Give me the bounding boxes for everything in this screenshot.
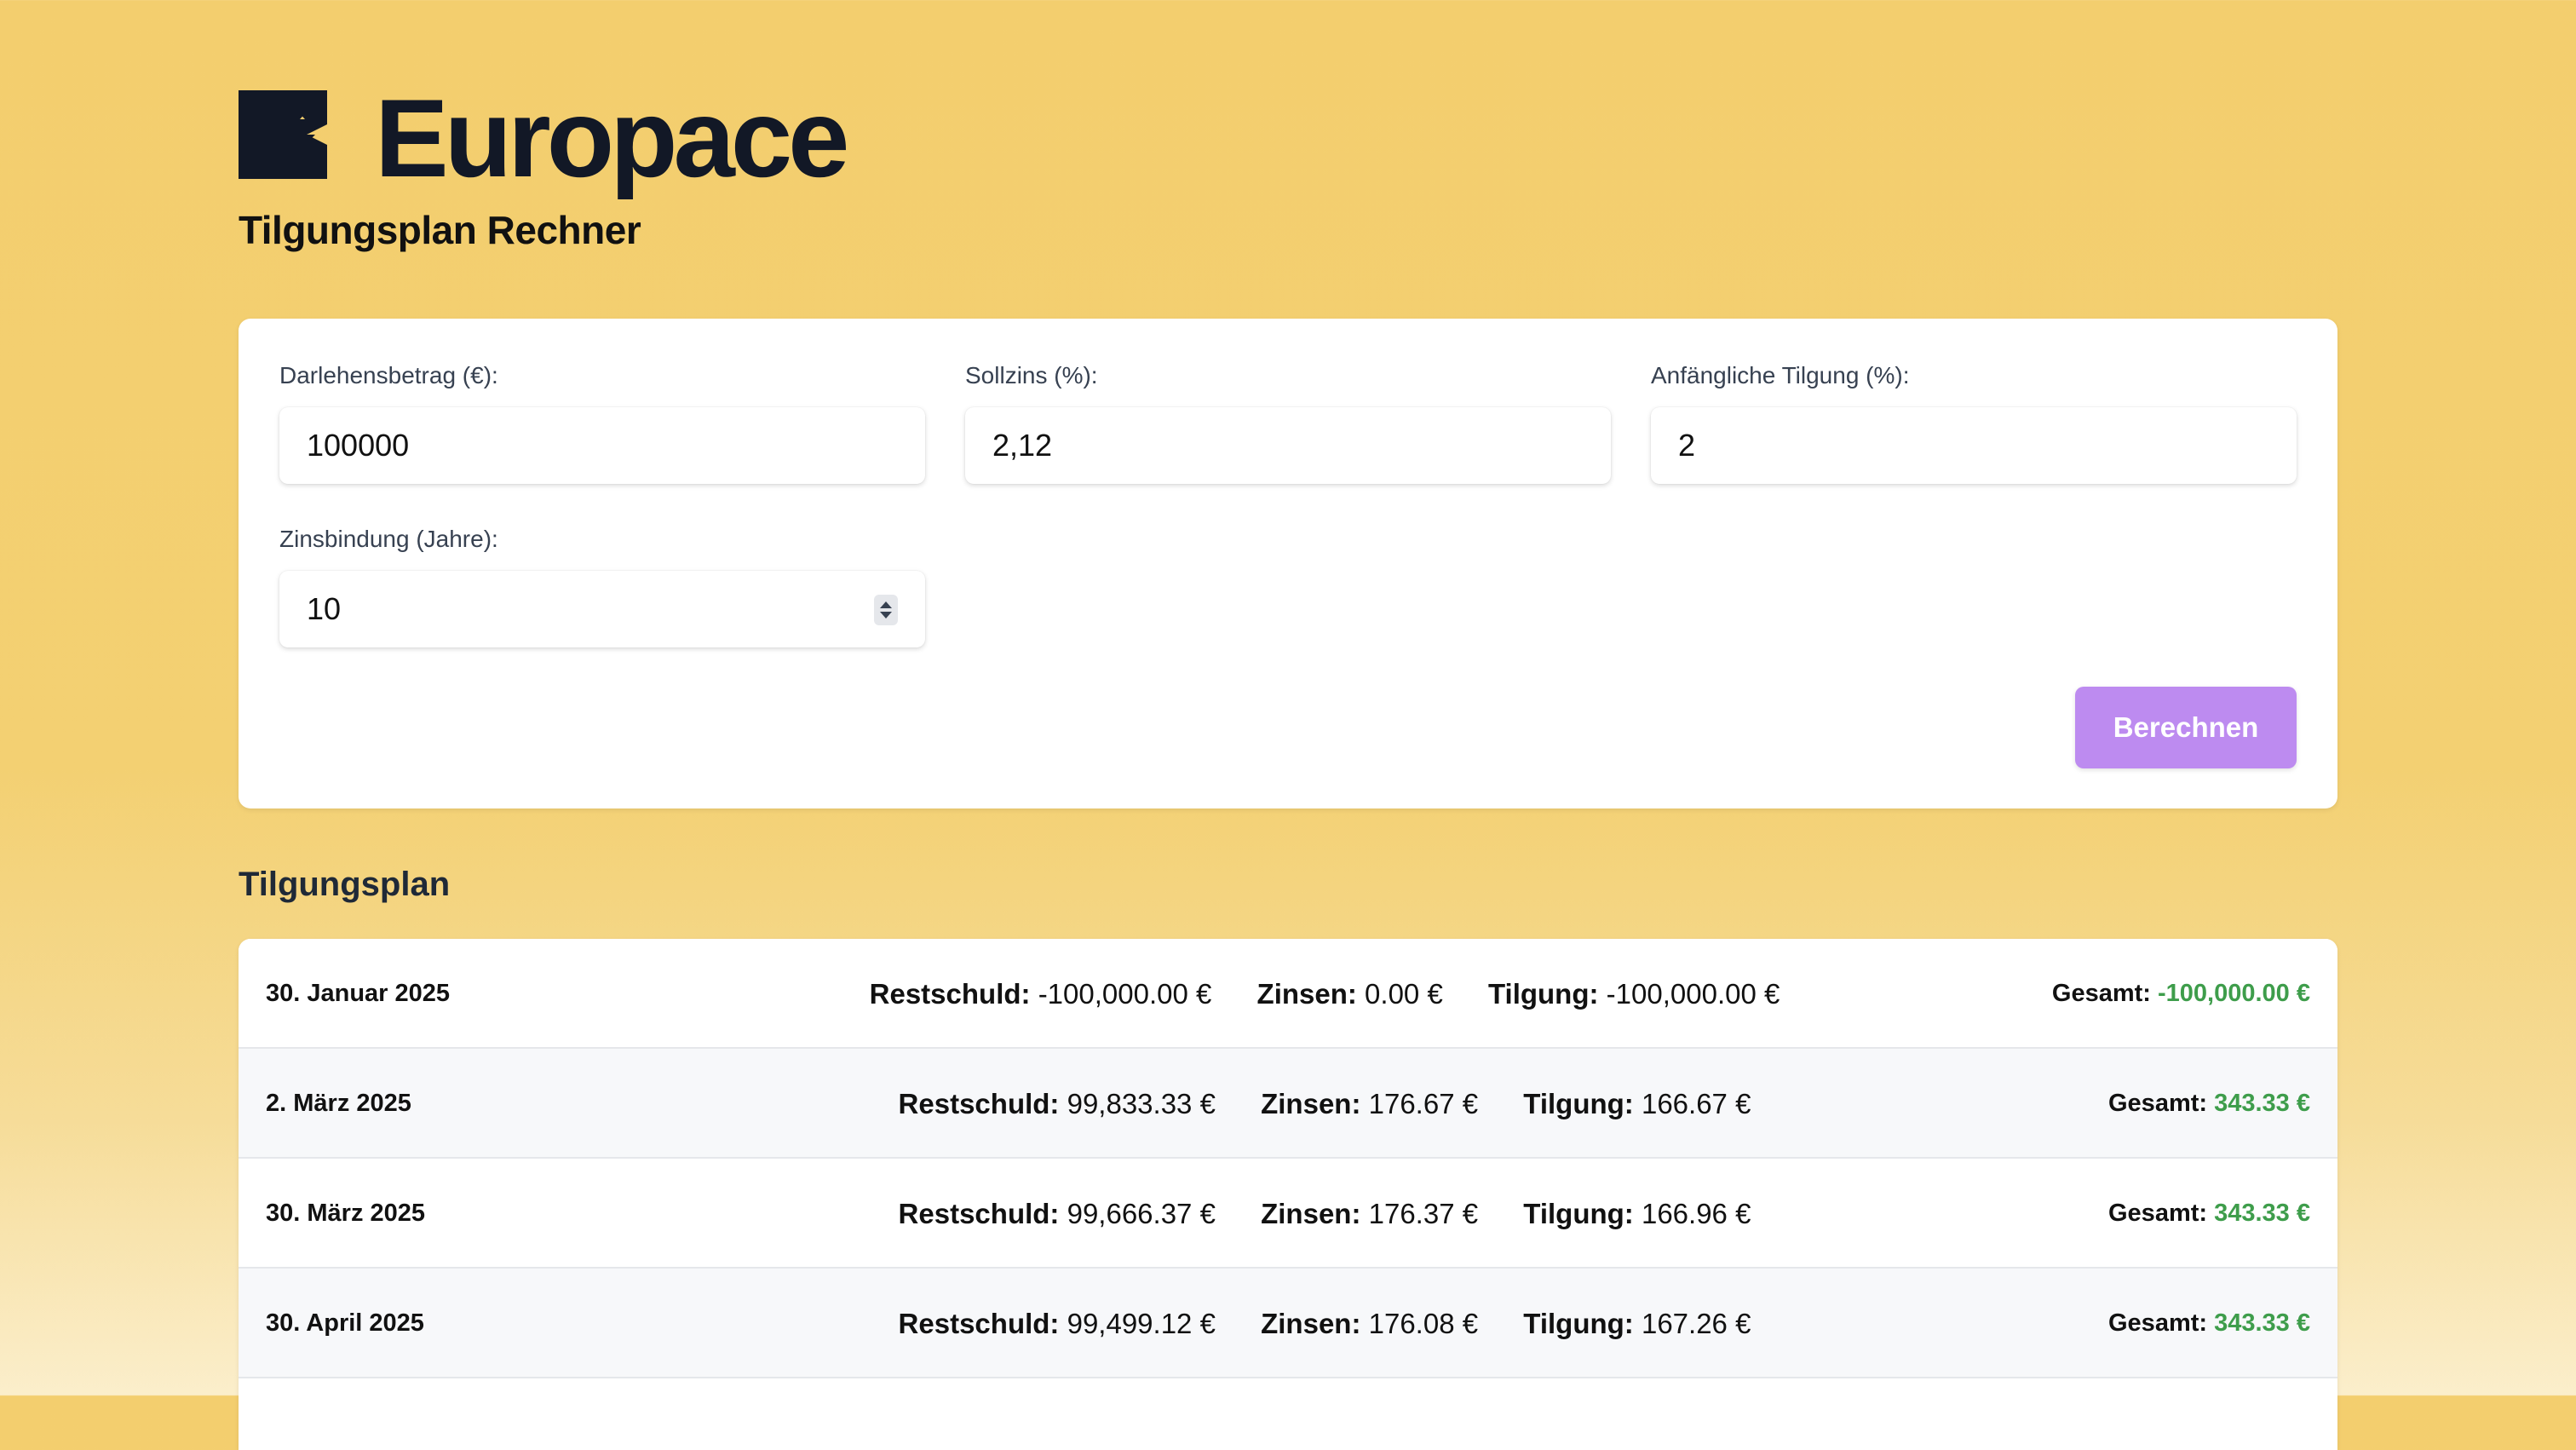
zinsbindung-value: 10	[307, 591, 342, 626]
calculator-form-card: Darlehensbetrag (€): 100000 Sollzins (%)…	[239, 319, 2337, 808]
restschuld-label: Restschuld:	[898, 1088, 1060, 1119]
darlehensbetrag-input[interactable]: 100000	[279, 407, 925, 484]
zinsen-value: 176.37 €	[1368, 1198, 1479, 1229]
sollzins-field: Sollzins (%): 2,12	[965, 361, 1611, 484]
darlehensbetrag-label: Darlehensbetrag (€):	[279, 362, 498, 388]
row-total: Gesamt: 343.33 €	[2108, 1159, 2310, 1269]
schedule-row: 30. März 2025 Restschuld: 99,666.37 € Zi…	[239, 1159, 2337, 1269]
tilgung-label: Tilgung:	[1487, 978, 1599, 1010]
tilgung-value: -100,000.00 €	[1606, 978, 1780, 1010]
restschuld-value: 99,666.37 €	[1067, 1198, 1216, 1229]
darlehensbetrag-field: Darlehensbetrag (€): 100000	[279, 361, 925, 484]
row-date: 30. Januar 2025	[266, 980, 451, 1007]
zinsen-label: Zinsen:	[1261, 1308, 1361, 1339]
row-date: 2. März 2025	[266, 1090, 411, 1117]
zinsen-label: Zinsen:	[1256, 978, 1357, 1010]
gesamt-value: -100,000.00 €	[2158, 980, 2310, 1007]
schedule-row	[239, 1378, 2337, 1450]
restschuld-value: 99,499.12 €	[1067, 1308, 1216, 1339]
gesamt-value: 343.33 €	[2214, 1090, 2310, 1117]
tilgung-value: 167.26 €	[1641, 1308, 1751, 1339]
tilgung-value: 166.96 €	[1641, 1198, 1751, 1229]
europace-logo: Europace	[239, 81, 849, 193]
schedule-row: 30. April 2025 Restschuld: 99,499.12 € Z…	[239, 1269, 2337, 1378]
europace-logo-icon	[239, 89, 327, 179]
anfaengliche-tilgung-input[interactable]: 2	[1651, 407, 2297, 484]
gesamt-label: Gesamt:	[2108, 1309, 2208, 1337]
page-title: Tilgungsplan Rechner	[239, 208, 641, 252]
tilgung-value: 166.67 €	[1641, 1088, 1751, 1119]
row-total: Gesamt: 343.33 €	[2108, 1049, 2310, 1159]
tilgung-label: Tilgung:	[1523, 1088, 1634, 1119]
stepper-down-icon[interactable]	[880, 612, 892, 619]
schedule-title: Tilgungsplan	[239, 866, 451, 903]
sollzins-label: Sollzins (%):	[965, 362, 1098, 388]
gesamt-value: 343.33 €	[2214, 1309, 2310, 1337]
row-details: Restschuld: 99,499.12 € Zinsen: 176.08 €…	[707, 1269, 1942, 1378]
stepper-up-icon[interactable]	[880, 601, 892, 608]
gesamt-label: Gesamt:	[2051, 980, 2151, 1007]
zinsen-label: Zinsen:	[1261, 1088, 1361, 1119]
row-total: Gesamt: 343.33 €	[2108, 1269, 2310, 1378]
restschuld-label: Restschuld:	[898, 1198, 1060, 1229]
row-date: 30. März 2025	[266, 1200, 426, 1227]
schedule-row: 30. Januar 2025 Restschuld: -100,000.00 …	[239, 939, 2337, 1049]
sollzins-input[interactable]: 2,12	[965, 407, 1611, 484]
row-details: Restschuld: 99,666.37 € Zinsen: 176.37 €…	[707, 1159, 1942, 1269]
schedule-list: 30. Januar 2025 Restschuld: -100,000.00 …	[239, 939, 2337, 1450]
gesamt-label: Gesamt:	[2108, 1200, 2208, 1227]
berechnen-button[interactable]: Berechnen	[2075, 687, 2297, 768]
tilgung-label: Tilgung:	[1523, 1198, 1634, 1229]
gesamt-value: 343.33 €	[2214, 1200, 2310, 1227]
schedule-row: 2. März 2025 Restschuld: 99,833.33 € Zin…	[239, 1049, 2337, 1159]
row-total: Gesamt: -100,000.00 €	[2052, 939, 2310, 1049]
zinsen-label: Zinsen:	[1261, 1198, 1361, 1229]
gesamt-label: Gesamt:	[2108, 1090, 2208, 1117]
zinsbindung-label: Zinsbindung (Jahre):	[279, 526, 498, 552]
zinsbindung-input[interactable]: 10	[279, 571, 925, 647]
zinsen-value: 176.08 €	[1368, 1308, 1479, 1339]
tilgung-label: Tilgung:	[1523, 1308, 1634, 1339]
row-details: Restschuld: 99,833.33 € Zinsen: 176.67 €…	[707, 1049, 1942, 1159]
zinsbindung-field: Zinsbindung (Jahre): 10	[279, 525, 925, 647]
number-stepper[interactable]	[874, 595, 898, 625]
zinsen-value: 0.00 €	[1365, 978, 1443, 1010]
brand-name: Europace	[375, 75, 849, 200]
restschuld-value: 99,833.33 €	[1067, 1088, 1216, 1119]
row-details: Restschuld: -100,000.00 € Zinsen: 0.00 €…	[707, 939, 1942, 1049]
restschuld-label: Restschuld:	[869, 978, 1031, 1010]
anfaengliche-tilgung-label: Anfängliche Tilgung (%):	[1651, 362, 1910, 388]
row-date: 30. April 2025	[266, 1309, 424, 1337]
restschuld-label: Restschuld:	[898, 1308, 1060, 1339]
anfaengliche-tilgung-field: Anfängliche Tilgung (%): 2	[1651, 361, 2297, 484]
restschuld-value: -100,000.00 €	[1038, 978, 1212, 1010]
zinsen-value: 176.67 €	[1368, 1088, 1479, 1119]
